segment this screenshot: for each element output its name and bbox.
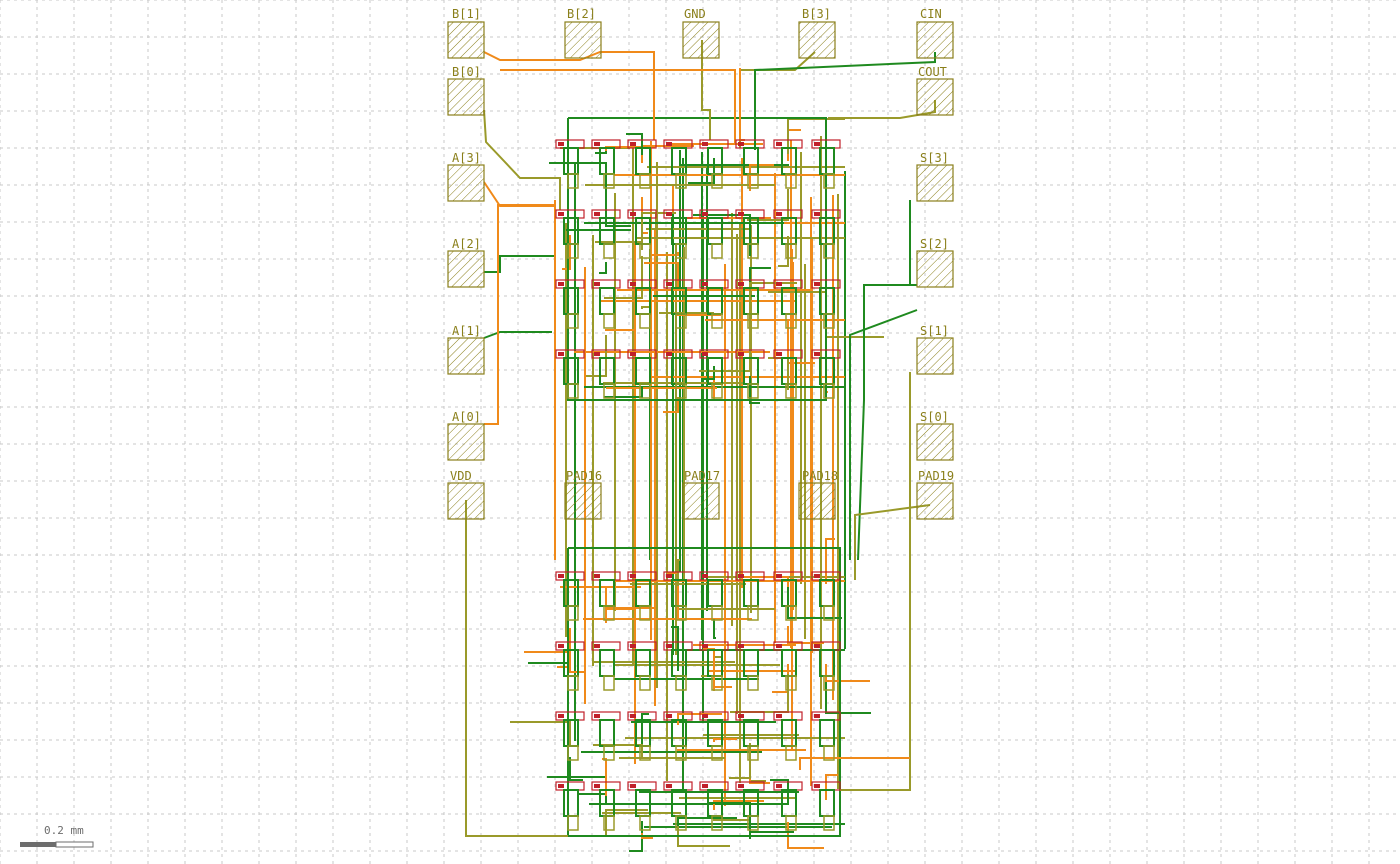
local-route (825, 774, 838, 800)
logic-cell (811, 571, 841, 621)
pad-connection (754, 52, 936, 150)
pad-s2[interactable]: S[2] (916, 237, 954, 288)
local-route (787, 129, 801, 161)
pad-pad19[interactable]: PAD19 (916, 469, 954, 520)
logic-cell (555, 781, 585, 831)
local-route (749, 769, 766, 782)
pad-label: A[2] (452, 237, 481, 251)
pad-label: A[3] (452, 151, 481, 165)
pad-b3[interactable]: B[3] (798, 7, 836, 59)
pad-vdd[interactable]: VDD (447, 469, 485, 520)
scale-bar-label: 0.2 mm (44, 824, 84, 837)
local-route (641, 306, 649, 309)
pad-label: PAD17 (684, 469, 720, 483)
pad-connection (484, 204, 556, 425)
pad-label: PAD19 (918, 469, 954, 483)
pad-b1[interactable]: B[1] (447, 7, 485, 59)
logic-cell (555, 571, 585, 621)
logic-cell (555, 349, 585, 399)
pad-label: S[3] (920, 151, 949, 165)
pad-label: B[2] (567, 7, 596, 21)
pad-s3[interactable]: S[3] (916, 151, 954, 202)
pad-label: S[1] (920, 324, 949, 338)
scale-bar-empty (55, 841, 94, 848)
pad-label: B[1] (452, 7, 481, 21)
logic-cell (811, 711, 841, 761)
scale-bar-filled (20, 842, 56, 847)
pad-label: COUT (918, 65, 947, 79)
pad-label: PAD18 (802, 469, 838, 483)
pad-s0[interactable]: S[0] (916, 410, 954, 461)
pad-connection (484, 255, 555, 273)
pad-label: PAD16 (566, 469, 602, 483)
pad-connection (857, 200, 911, 561)
pad-connection (483, 181, 555, 207)
pad-pad18[interactable]: PAD18 (798, 469, 838, 520)
local-route (599, 262, 607, 274)
pad-cout[interactable]: COUT (916, 65, 954, 116)
pad-connection (799, 757, 910, 770)
pad-a2[interactable]: A[2] (447, 237, 485, 288)
local-route (677, 314, 721, 316)
local-route (713, 683, 732, 688)
pad-pad16[interactable]: PAD16 (564, 469, 602, 520)
pad-label: B[3] (802, 7, 831, 21)
routing-wires (465, 40, 936, 852)
pad-label: B[0] (452, 65, 481, 79)
pad-pad17[interactable]: PAD17 (682, 469, 720, 520)
pad-cin[interactable]: CIN (916, 7, 954, 59)
pad-label: S[0] (920, 410, 949, 424)
background-grid (0, 0, 1400, 864)
local-route (510, 721, 571, 732)
logic-cell (663, 279, 693, 329)
logic-cell (811, 781, 841, 831)
pad-connection (500, 69, 736, 145)
pad-s1[interactable]: S[1] (916, 324, 954, 375)
pad-connection (739, 68, 745, 141)
pad-label: A[1] (452, 324, 481, 338)
local-route (605, 329, 635, 331)
pad-gnd[interactable]: GND (682, 7, 720, 59)
pad-label: VDD (450, 469, 472, 483)
pad-a0[interactable]: A[0] (447, 410, 485, 461)
layout-canvas[interactable]: B[1] B[2] GND B[3] CIN B[0] COUT A[3] S[3] A[2] S[… (0, 0, 1400, 864)
pad-b2[interactable]: B[2] (564, 7, 602, 59)
local-route (749, 267, 771, 289)
pad-label: S[2] (920, 237, 949, 251)
local-route (768, 357, 789, 390)
pad-connection (483, 109, 561, 210)
pad-a3[interactable]: A[3] (447, 151, 485, 202)
logic-cell (699, 571, 729, 621)
pad-b0[interactable]: B[0] (447, 65, 485, 116)
logic-cell (663, 349, 693, 399)
scale-bar: 0.2 mm (20, 824, 94, 848)
pad-label: A[0] (452, 410, 481, 424)
local-route (749, 164, 774, 191)
pad-a1[interactable]: A[1] (447, 324, 485, 375)
pad-label: CIN (920, 7, 942, 21)
logic-cell (555, 279, 585, 329)
pad-label: GND (684, 7, 706, 21)
